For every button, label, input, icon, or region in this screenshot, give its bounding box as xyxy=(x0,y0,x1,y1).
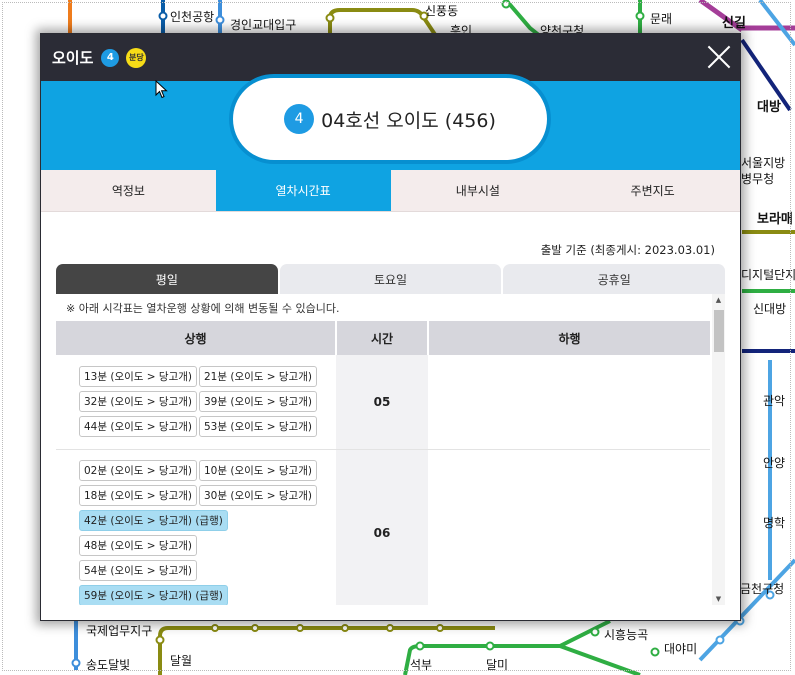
hour-cell: 06 xyxy=(336,449,428,605)
timetable-content: 출발 기준 (최종게시: 2023.03.01) 평일 토요일 공휴일 ※ 아래… xyxy=(41,212,740,605)
up-times-cell: 02분 (오이도 > 당고개) 10분 (오이도 > 당고개) 18분 (오이도 >… xyxy=(56,449,336,605)
express-train-time[interactable]: 59분 (오이도 > 당고개) (급행) xyxy=(79,584,228,605)
column-header-hour: 시간 xyxy=(336,321,429,355)
map-station-label[interactable]: 관악 xyxy=(763,392,785,409)
map-station-label[interactable]: 석부 xyxy=(410,656,432,673)
tab-holiday[interactable]: 공휴일 xyxy=(503,264,726,294)
map-station-label[interactable]: 안양 xyxy=(763,454,785,471)
tab-timetable[interactable]: 열차시간표 xyxy=(215,170,391,211)
close-icon[interactable] xyxy=(706,44,732,70)
train-time[interactable]: 48분 (오이도 > 당고개) xyxy=(79,534,197,556)
map-station-label[interactable]: 신길 xyxy=(722,12,746,31)
train-time[interactable]: 53분 (오이도 > 당고개) xyxy=(198,416,317,438)
timetable-row: 13분 (오이도 > 당고개) 21분 (오이도 > 당고개) 32분 (오이도 >… xyxy=(56,355,710,450)
train-time[interactable]: 10분 (오이도 > 당고개) xyxy=(198,459,317,481)
timetable-notice: ※ 아래 시각표는 열차운행 상황에 의해 변동될 수 있습니다. xyxy=(66,302,340,315)
map-station-label[interactable]: 신풍동 xyxy=(425,2,458,19)
column-header-down: 하행 xyxy=(428,321,710,355)
map-station-label[interactable]: 금천구청 xyxy=(740,580,784,597)
tab-weekday[interactable]: 평일 xyxy=(56,264,278,294)
map-station-label[interactable]: 대방 xyxy=(757,96,781,115)
bundang-line-badge: 분당 xyxy=(126,47,147,68)
timetable-table: 상행 시간 하행 13분 (오이도 > 당고개) 21분 (오이도 > 당고개) 3… xyxy=(56,321,710,605)
map-station-label[interactable]: 보라매 xyxy=(757,208,793,227)
popup-title: 오이도 xyxy=(52,49,94,67)
scrollbar[interactable]: ▲ ▼ xyxy=(712,294,725,605)
train-time[interactable]: 30분 (오이도 > 당고개) xyxy=(198,484,317,506)
train-time[interactable]: 39분 (오이도 > 당고개) xyxy=(198,391,317,413)
express-train-time[interactable]: 42분 (오이도 > 당고개) (급행) xyxy=(79,509,228,531)
column-header-up: 상행 xyxy=(56,321,337,355)
main-tabs: 역정보 열차시간표 내부시설 주변지도 xyxy=(41,170,740,212)
map-station-label[interactable]: 송도달빛 xyxy=(86,656,130,673)
map-station-label[interactable]: 디지털단지 xyxy=(741,266,795,283)
down-times-cell xyxy=(428,449,710,605)
mouse-cursor-icon xyxy=(155,80,168,99)
up-times-cell: 13분 (오이도 > 당고개) 21분 (오이도 > 당고개) 32분 (오이도 >… xyxy=(56,355,336,450)
tab-nearby-map[interactable]: 주변지도 xyxy=(565,170,740,211)
scroll-down-arrow-icon[interactable]: ▼ xyxy=(712,593,725,605)
tab-facilities[interactable]: 내부시설 xyxy=(391,170,566,211)
station-pill: 4 04호선 오이도 (456) xyxy=(229,74,551,164)
train-time[interactable]: 18분 (오이도 > 당고개) xyxy=(79,484,197,506)
scroll-up-arrow-icon[interactable]: ▲ xyxy=(712,294,725,306)
map-station-label[interactable]: 서울지방병무청 xyxy=(741,155,795,187)
map-station-label[interactable]: 명학 xyxy=(763,514,785,531)
station-info-popup: 오이도 4 분당 4 04호선 오이도 (456) 역정보 열차시간표 내부시설… xyxy=(40,33,741,621)
station-header: 4 04호선 오이도 (456) xyxy=(41,74,740,170)
map-station-label[interactable]: 대야미 xyxy=(664,640,697,657)
train-time[interactable]: 02분 (오이도 > 당고개) xyxy=(79,459,197,481)
map-station-label[interactable]: 경인교대입구 xyxy=(230,16,296,33)
station-line-badge: 4 xyxy=(284,104,315,134)
tab-station-info[interactable]: 역정보 xyxy=(41,170,216,211)
timetable-scroll-area[interactable]: ※ 아래 시각표는 열차운행 상황에 의해 변동될 수 있습니다. 상행 시간 … xyxy=(56,294,725,605)
tab-saturday[interactable]: 토요일 xyxy=(279,264,502,294)
day-tabs: 평일 토요일 공휴일 xyxy=(56,264,726,294)
down-times-cell xyxy=(428,355,710,450)
hour-cell: 05 xyxy=(336,355,428,450)
scrollbar-thumb[interactable] xyxy=(714,310,724,352)
map-station-label[interactable]: 달월 xyxy=(170,652,192,669)
train-time[interactable]: 21분 (오이도 > 당고개) xyxy=(198,366,317,388)
map-station-label[interactable]: 국제업무지구 xyxy=(86,622,152,639)
timetable-basis: 출발 기준 (최종게시: 2023.03.01) xyxy=(540,243,715,257)
train-time[interactable]: 32분 (오이도 > 당고개) xyxy=(79,391,197,413)
train-time[interactable]: 54분 (오이도 > 당고개) xyxy=(79,559,197,581)
train-time[interactable]: 44분 (오이도 > 당고개) xyxy=(79,416,197,438)
station-name: 04호선 오이도 (456) xyxy=(321,109,496,132)
map-station-label[interactable]: 문래 xyxy=(650,10,672,27)
line-4-badge: 4 xyxy=(101,48,120,67)
timetable-row: 02분 (오이도 > 당고개) 10분 (오이도 > 당고개) 18분 (오이도 >… xyxy=(56,449,710,605)
train-time[interactable]: 13분 (오이도 > 당고개) xyxy=(79,366,197,388)
map-station-label[interactable]: 시흥능곡 xyxy=(604,626,648,643)
map-station-label[interactable]: 신대방 xyxy=(753,300,786,317)
map-station-label[interactable]: 달미 xyxy=(486,656,508,673)
map-station-label[interactable]: 인천공항 xyxy=(170,8,214,25)
